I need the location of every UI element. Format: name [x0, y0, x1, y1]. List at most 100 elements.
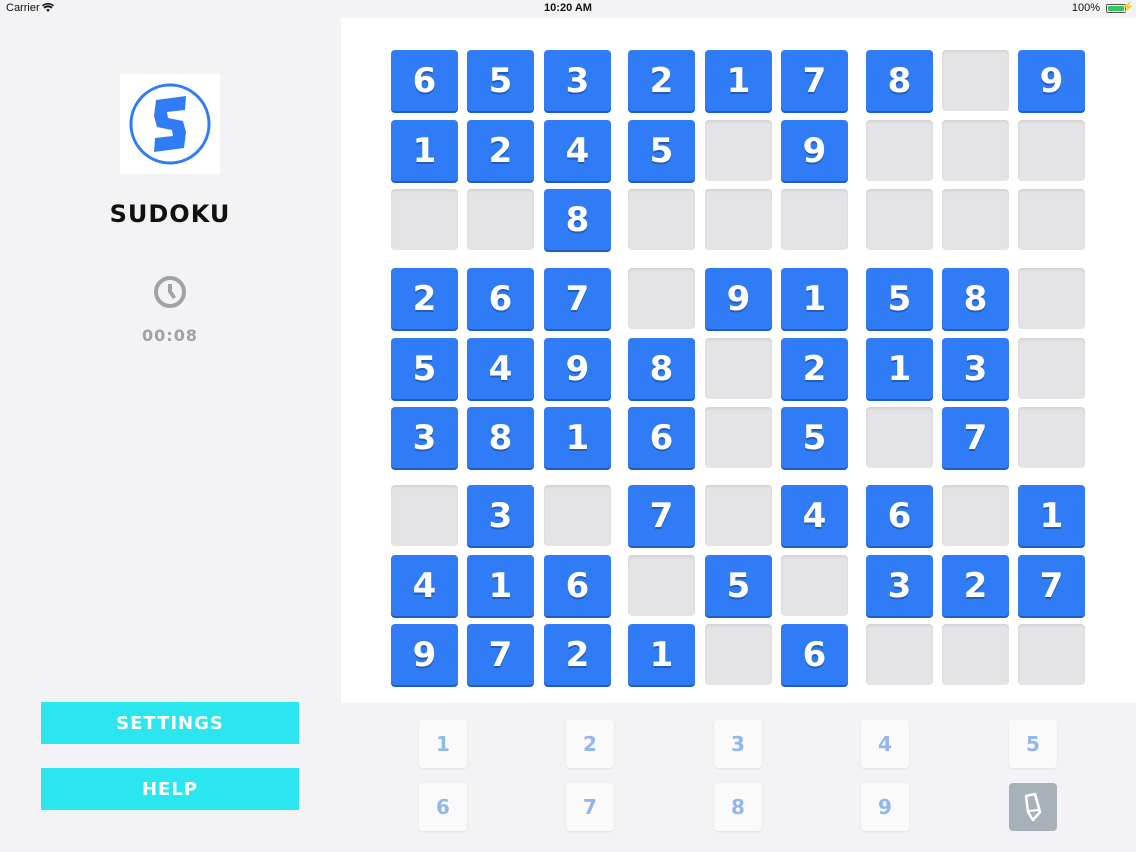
cell-r2c1: 1: [391, 120, 458, 181]
cell-r8c8: 2: [942, 555, 1009, 616]
cell-r9c6: 6: [781, 624, 848, 685]
cell-r5c5[interactable]: [705, 338, 772, 399]
cell-r3c5[interactable]: [705, 189, 772, 250]
cell-r3c3: 8: [544, 189, 611, 250]
cell-r9c2: 7: [467, 624, 534, 685]
app-title: SUDOKU: [109, 200, 231, 228]
cell-r5c8: 3: [942, 338, 1009, 399]
cell-r7c9: 1: [1018, 485, 1085, 546]
keypad-number-5[interactable]: 5: [1009, 720, 1057, 768]
keypad-number-9[interactable]: 9: [861, 783, 909, 831]
pencil-mode-button[interactable]: [1009, 783, 1057, 831]
charging-icon: ⚡: [1121, 2, 1134, 13]
cell-r9c8[interactable]: [942, 624, 1009, 685]
game-timer: 00:08: [142, 326, 198, 345]
cell-r6c8: 7: [942, 407, 1009, 468]
keypad-number-3[interactable]: 3: [714, 720, 762, 768]
cell-r7c8[interactable]: [942, 485, 1009, 546]
cell-r5c6: 2: [781, 338, 848, 399]
cell-r3c2[interactable]: [467, 189, 534, 250]
cell-r7c2: 3: [467, 485, 534, 546]
cell-r4c7: 5: [866, 268, 933, 329]
cell-r4c5: 9: [705, 268, 772, 329]
cell-r6c2: 8: [467, 407, 534, 468]
cell-r4c4[interactable]: [628, 268, 695, 329]
cell-r4c6: 1: [781, 268, 848, 329]
cell-r8c9: 7: [1018, 555, 1085, 616]
cell-r9c5[interactable]: [705, 624, 772, 685]
cell-r9c9[interactable]: [1018, 624, 1085, 685]
cell-r6c6: 5: [781, 407, 848, 468]
cell-r1c6: 7: [781, 50, 848, 111]
cell-r1c5: 1: [705, 50, 772, 111]
cell-r2c7[interactable]: [866, 120, 933, 181]
keypad-number-2[interactable]: 2: [566, 720, 614, 768]
cell-r8c7: 3: [866, 555, 933, 616]
cell-r8c1: 4: [391, 555, 458, 616]
cell-r6c5[interactable]: [705, 407, 772, 468]
cell-r1c8[interactable]: [942, 50, 1009, 111]
cell-r7c6: 4: [781, 485, 848, 546]
cell-r9c4: 1: [628, 624, 695, 685]
cell-r1c9: 9: [1018, 50, 1085, 111]
cell-r6c7[interactable]: [866, 407, 933, 468]
cell-r3c1[interactable]: [391, 189, 458, 250]
cell-r5c2: 4: [467, 338, 534, 399]
cell-r4c2: 6: [467, 268, 534, 329]
cell-r9c3: 2: [544, 624, 611, 685]
cell-r9c7[interactable]: [866, 624, 933, 685]
cell-r6c9[interactable]: [1018, 407, 1085, 468]
cell-r6c1: 3: [391, 407, 458, 468]
cell-r1c4: 2: [628, 50, 695, 111]
cell-r5c1: 5: [391, 338, 458, 399]
cell-r5c9[interactable]: [1018, 338, 1085, 399]
cell-r6c3: 1: [544, 407, 611, 468]
cell-r7c3[interactable]: [544, 485, 611, 546]
cell-r4c9[interactable]: [1018, 268, 1085, 329]
cell-r4c8: 8: [942, 268, 1009, 329]
battery-percent: 100%: [1071, 2, 1100, 14]
cell-r6c4: 6: [628, 407, 695, 468]
help-button[interactable]: HELP: [41, 768, 299, 810]
cell-r2c3: 4: [544, 120, 611, 181]
keypad-number-8[interactable]: 8: [714, 783, 762, 831]
cell-r8c4[interactable]: [628, 555, 695, 616]
app-logo: [120, 74, 220, 174]
pencil-icon: [1024, 792, 1042, 822]
cell-r9c1: 9: [391, 624, 458, 685]
settings-button[interactable]: SETTINGS: [41, 702, 299, 744]
cell-r1c2: 5: [467, 50, 534, 111]
cell-r2c9[interactable]: [1018, 120, 1085, 181]
clock-time: 10:20 AM: [544, 2, 592, 14]
cell-r8c5: 5: [705, 555, 772, 616]
cell-r2c4: 5: [628, 120, 695, 181]
cell-r1c3: 3: [544, 50, 611, 111]
cell-r4c1: 2: [391, 268, 458, 329]
cell-r2c8[interactable]: [942, 120, 1009, 181]
cell-r4c3: 7: [544, 268, 611, 329]
cell-r7c4: 7: [628, 485, 695, 546]
cell-r5c4: 8: [628, 338, 695, 399]
cell-r8c2: 1: [467, 555, 534, 616]
cell-r2c5[interactable]: [705, 120, 772, 181]
cell-r3c6[interactable]: [781, 189, 848, 250]
cell-r8c6[interactable]: [781, 555, 848, 616]
keypad-number-4[interactable]: 4: [861, 720, 909, 768]
cell-r1c7: 8: [866, 50, 933, 111]
cell-r7c7: 6: [866, 485, 933, 546]
cell-r1c1: 6: [391, 50, 458, 111]
keypad-number-1[interactable]: 1: [419, 720, 467, 768]
cell-r8c3: 6: [544, 555, 611, 616]
cell-r7c1[interactable]: [391, 485, 458, 546]
cell-r7c5[interactable]: [705, 485, 772, 546]
cell-r3c8[interactable]: [942, 189, 1009, 250]
cell-r3c4[interactable]: [628, 189, 695, 250]
clock-icon: [154, 276, 186, 308]
cell-r2c2: 2: [467, 120, 534, 181]
keypad-number-7[interactable]: 7: [566, 783, 614, 831]
cell-r3c7[interactable]: [866, 189, 933, 250]
keypad-number-6[interactable]: 6: [419, 783, 467, 831]
cell-r2c6: 9: [781, 120, 848, 181]
status-bar: Carrier 10:20 AM 100% ⚡: [0, 0, 1136, 18]
cell-r3c9[interactable]: [1018, 189, 1085, 250]
